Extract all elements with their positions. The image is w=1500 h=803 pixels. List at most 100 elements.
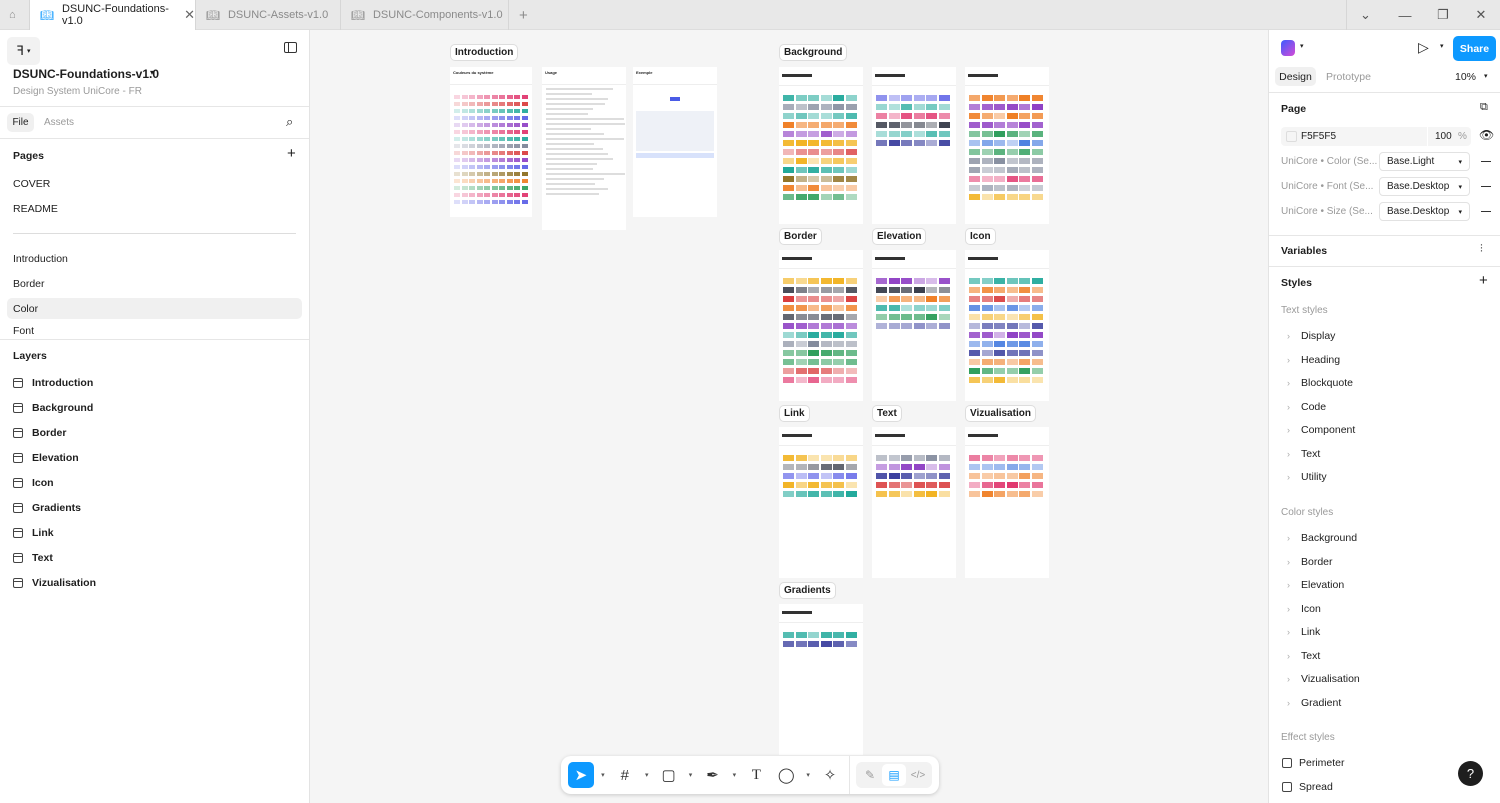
- main-menu-button[interactable]: ꟻ ▾: [7, 37, 40, 65]
- chevron-right-icon[interactable]: ›: [1287, 402, 1290, 412]
- ai-tool[interactable]: ✧: [817, 762, 843, 788]
- style-item[interactable]: › Vizualisation: [1287, 673, 1360, 685]
- page-color-field[interactable]: F5F5F5 100 %: [1281, 127, 1471, 146]
- chevron-right-icon[interactable]: ›: [1287, 378, 1290, 388]
- page-item-font[interactable]: Font: [7, 323, 302, 339]
- design-frame[interactable]: [872, 250, 956, 401]
- tab-prototype[interactable]: Prototype: [1326, 71, 1371, 83]
- home-button[interactable]: ⌂: [0, 0, 30, 30]
- style-item[interactable]: › Heading: [1287, 354, 1340, 366]
- design-frame[interactable]: [779, 604, 863, 755]
- share-button[interactable]: Share: [1453, 36, 1496, 61]
- remove-mode-icon[interactable]: [1481, 186, 1491, 187]
- chevron-down-icon[interactable]: ▾: [638, 771, 656, 779]
- design-mode-button[interactable]: ▤: [882, 764, 907, 786]
- layer-item[interactable]: Vizualisation: [13, 577, 96, 589]
- help-button[interactable]: ?: [1458, 761, 1483, 786]
- section-label[interactable]: Introduction: [450, 44, 519, 61]
- variables-header[interactable]: Variables: [1281, 245, 1327, 257]
- add-style-icon[interactable]: +: [1479, 272, 1488, 289]
- style-item[interactable]: › Text: [1287, 448, 1320, 460]
- chevron-right-icon[interactable]: ›: [1287, 557, 1290, 567]
- section-label[interactable]: Link: [779, 405, 810, 422]
- design-frame[interactable]: Couleurs du système: [450, 67, 532, 217]
- layer-item[interactable]: Background: [13, 402, 93, 414]
- section-label[interactable]: Background: [779, 44, 848, 61]
- library-logo-icon[interactable]: [1281, 40, 1295, 56]
- mode-select[interactable]: Base.Light ▾: [1379, 152, 1470, 171]
- style-item[interactable]: Spread: [1282, 781, 1333, 793]
- layer-item[interactable]: Introduction: [13, 377, 93, 389]
- tab-file[interactable]: File: [7, 113, 34, 132]
- dev-mode-button[interactable]: </>: [906, 764, 930, 786]
- page-item-introduction[interactable]: Introduction: [7, 248, 302, 269]
- new-tab-button[interactable]: +: [509, 0, 528, 30]
- style-item[interactable]: › Component: [1287, 424, 1355, 436]
- chevron-down-icon[interactable]: ▾: [799, 771, 817, 779]
- chevron-down-icon[interactable]: ▾: [725, 771, 743, 779]
- section-label[interactable]: Text: [872, 405, 902, 422]
- tab-components[interactable]: 📖︎ DSUNC-Components-v1.0: [341, 0, 509, 30]
- tab-design[interactable]: Design: [1275, 67, 1316, 86]
- chevron-down-icon[interactable]: ▾: [682, 771, 700, 779]
- style-item[interactable]: › Code: [1287, 401, 1326, 413]
- page-item-border[interactable]: Border: [7, 273, 302, 294]
- design-frame[interactable]: [965, 427, 1049, 578]
- style-item[interactable]: › Border: [1287, 556, 1333, 568]
- present-icon[interactable]: ▷: [1418, 39, 1429, 56]
- style-item[interactable]: › Display: [1287, 330, 1335, 342]
- chevron-right-icon[interactable]: ›: [1287, 604, 1290, 614]
- toggle-sidebar-icon[interactable]: [284, 42, 297, 53]
- layer-item[interactable]: Icon: [13, 477, 54, 489]
- zoom-level[interactable]: 10%: [1455, 71, 1476, 83]
- design-frame[interactable]: [872, 427, 956, 578]
- variables-settings-icon[interactable]: ⫶: [1480, 243, 1483, 256]
- chevron-down-icon[interactable]: ▾: [594, 771, 612, 779]
- design-frame[interactable]: Usage: [542, 67, 626, 230]
- section-label[interactable]: Gradients: [779, 582, 836, 599]
- color-swatch[interactable]: [1286, 131, 1297, 142]
- chevron-right-icon[interactable]: ›: [1287, 698, 1290, 708]
- file-title[interactable]: DSUNC-Foundations-v1.0: [13, 67, 159, 81]
- restore-button[interactable]: ❐: [1424, 0, 1462, 30]
- chevron-down-icon[interactable]: ▾: [1484, 72, 1488, 80]
- layer-item[interactable]: Elevation: [13, 452, 79, 464]
- chevron-right-icon[interactable]: ›: [1287, 674, 1290, 684]
- chevron-right-icon[interactable]: ›: [1287, 331, 1290, 341]
- style-item[interactable]: › Background: [1287, 532, 1357, 544]
- draw-mode-button[interactable]: ✎: [858, 764, 882, 786]
- canvas[interactable]: Introduction Background Border Elevation Ico…: [310, 30, 1268, 803]
- page-opacity-value[interactable]: 100: [1435, 131, 1452, 142]
- chevron-right-icon[interactable]: ›: [1287, 425, 1290, 435]
- chevron-right-icon[interactable]: ›: [1287, 472, 1290, 482]
- search-icon[interactable]: ⌕: [286, 114, 293, 130]
- chevron-right-icon[interactable]: ›: [1287, 651, 1290, 661]
- section-label[interactable]: Vizualisation: [965, 405, 1036, 422]
- chevron-right-icon[interactable]: ›: [1287, 580, 1290, 590]
- style-item[interactable]: › Gradient: [1287, 697, 1341, 709]
- shape-tool[interactable]: ▢: [656, 762, 682, 788]
- minimize-button[interactable]: —: [1386, 0, 1424, 30]
- chevron-down-icon[interactable]: ▾: [1300, 42, 1304, 50]
- style-item[interactable]: Perimeter: [1282, 757, 1345, 769]
- chevron-right-icon[interactable]: ›: [1287, 449, 1290, 459]
- tabs-menu-button[interactable]: ⌄: [1346, 0, 1384, 30]
- comment-tool[interactable]: ◯: [773, 762, 799, 788]
- mode-select[interactable]: Base.Desktop ▾: [1379, 202, 1470, 221]
- layer-item[interactable]: Text: [13, 552, 53, 564]
- section-label[interactable]: Elevation: [872, 228, 927, 245]
- section-label[interactable]: Border: [779, 228, 822, 245]
- style-item[interactable]: › Icon: [1287, 603, 1321, 615]
- style-item[interactable]: › Blockquote: [1287, 377, 1353, 389]
- close-window-button[interactable]: ✕: [1462, 0, 1500, 30]
- tab-assets[interactable]: 📖︎ DSUNC-Assets-v1.0: [196, 0, 341, 30]
- chevron-right-icon[interactable]: ›: [1287, 627, 1290, 637]
- chevron-right-icon[interactable]: ›: [1287, 533, 1290, 543]
- chevron-down-icon[interactable]: ▾: [150, 68, 154, 77]
- page-item-cover[interactable]: COVER: [7, 173, 302, 194]
- page-item-color[interactable]: Color: [7, 298, 302, 319]
- page-item-readme[interactable]: README: [7, 198, 302, 219]
- section-label[interactable]: Icon: [965, 228, 996, 245]
- design-frame[interactable]: [779, 250, 863, 401]
- remove-mode-icon[interactable]: [1481, 161, 1491, 162]
